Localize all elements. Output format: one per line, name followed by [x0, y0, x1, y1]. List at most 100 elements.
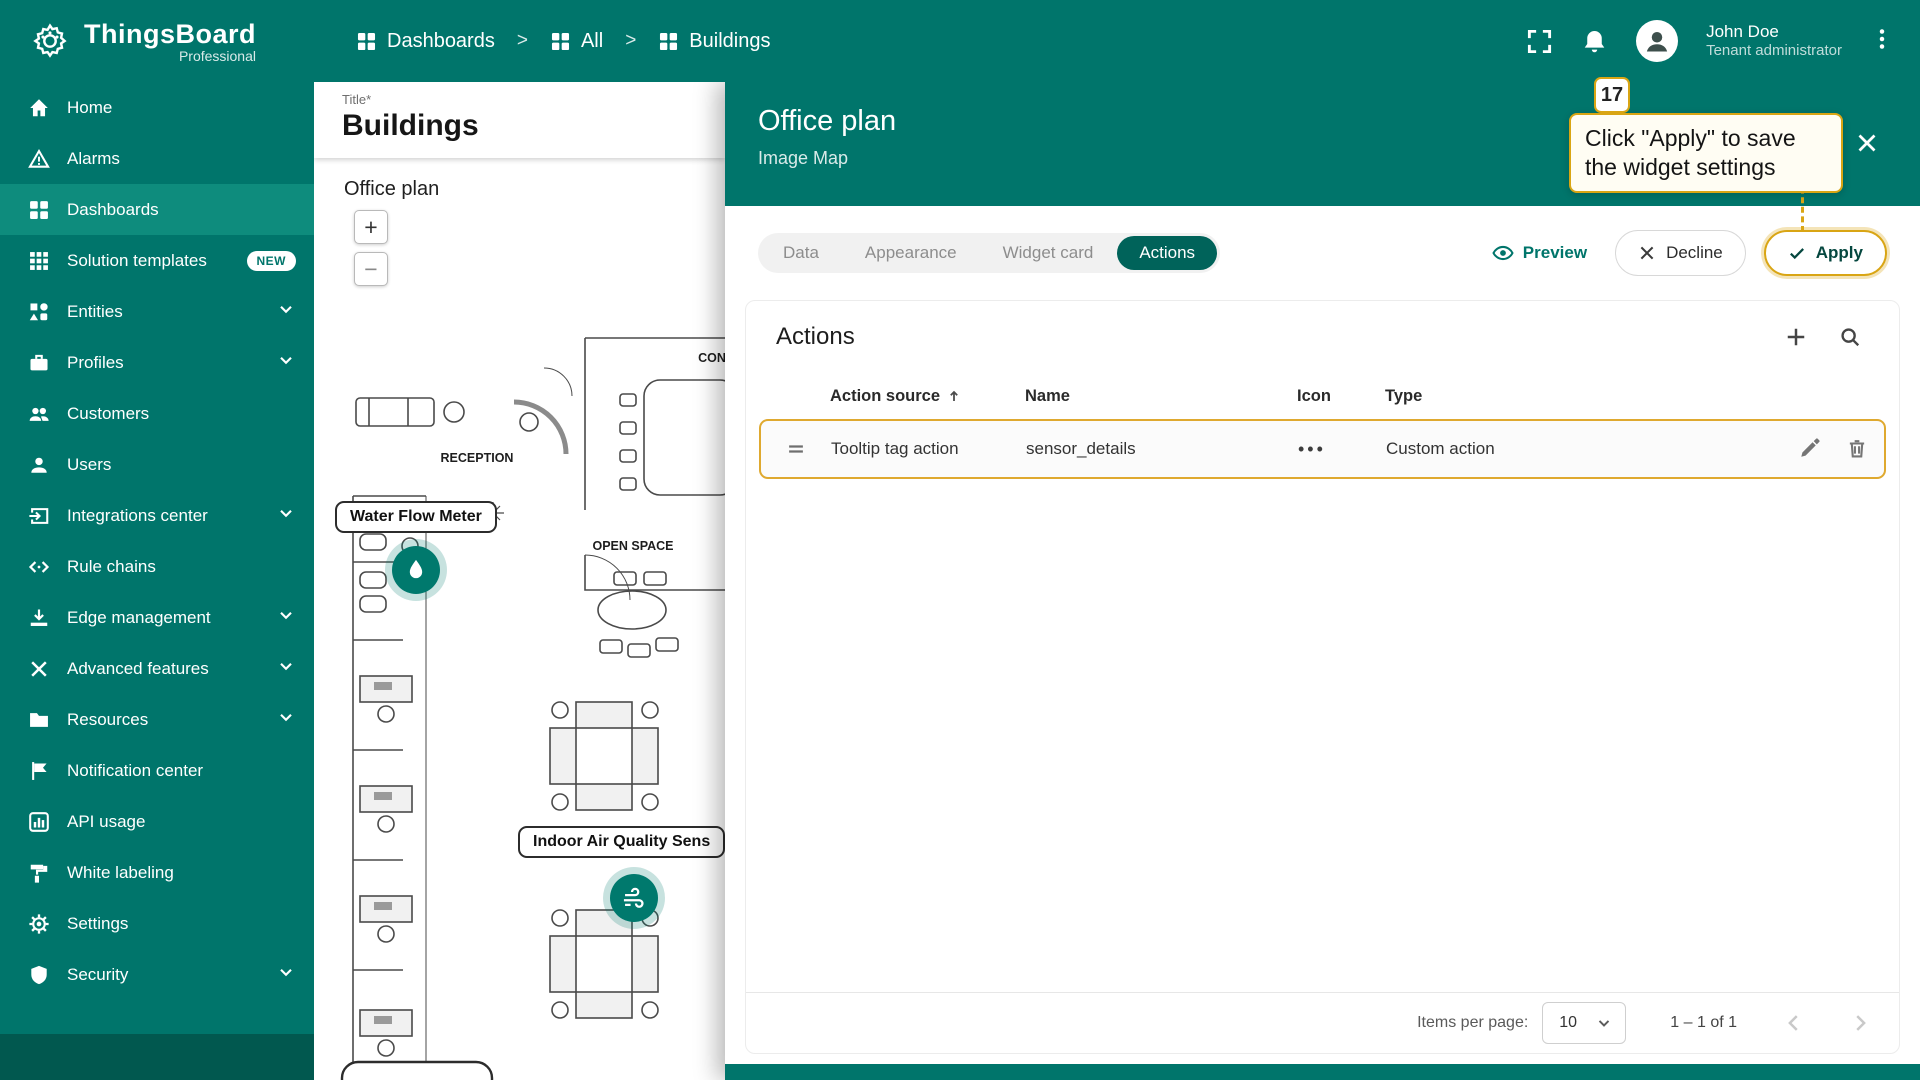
- sidebar-item-integrations-center[interactable]: Integrations center: [0, 490, 314, 541]
- air-icon: [621, 885, 647, 911]
- column-icon: Icon: [1297, 387, 1385, 406]
- user-avatar[interactable]: [1636, 20, 1678, 62]
- widget-settings-panel: Office plan Image Map Data Appearance Wi…: [725, 82, 1920, 1080]
- flag-icon: [27, 759, 50, 782]
- edge-icon: [27, 606, 50, 629]
- dashboards-icon: [658, 31, 679, 52]
- breadcrumb-all[interactable]: All: [550, 30, 603, 53]
- shield-icon: [27, 963, 50, 986]
- warning-icon: [27, 147, 50, 170]
- chart-icon: [27, 810, 50, 833]
- indoor-air-quality-sensor-marker[interactable]: [610, 874, 658, 922]
- apply-button[interactable]: Apply: [1764, 230, 1887, 276]
- bottom-strip: [725, 1064, 1920, 1080]
- sidebar-item-alarms[interactable]: Alarms: [0, 133, 314, 184]
- home-icon: [27, 96, 50, 119]
- sidebar-item-users[interactable]: Users: [0, 439, 314, 490]
- user-name: John Doe: [1706, 21, 1842, 42]
- table-row[interactable]: Tooltip tag action sensor_details ••• Cu…: [759, 419, 1886, 479]
- sidebar-item-dashboards[interactable]: Dashboards: [0, 184, 314, 235]
- chevron-down-icon: [276, 350, 296, 375]
- water-flow-meter-marker[interactable]: [392, 546, 440, 594]
- notifications-bell-icon[interactable]: [1581, 28, 1608, 55]
- chevron-down-icon: [276, 707, 296, 732]
- column-name: Name: [1025, 387, 1297, 406]
- sidebar: ThingsBoard Professional Home Alarms Das…: [0, 0, 314, 1080]
- coachmark-tooltip: Click "Apply" to save the widget setting…: [1569, 113, 1843, 193]
- sidebar-item-customers[interactable]: Customers: [0, 388, 314, 439]
- paginator: Items per page: 10 1 – 1 of 1: [746, 993, 1899, 1053]
- delete-trash-icon[interactable]: [1846, 438, 1868, 460]
- close-button[interactable]: [1850, 126, 1884, 160]
- add-action-button[interactable]: [1777, 318, 1815, 356]
- thingsboard-gear-logo-icon: [28, 19, 72, 63]
- breadcrumb-separator: >: [509, 30, 536, 52]
- actions-heading: Actions: [776, 323, 855, 351]
- sidebar-item-rule-chains[interactable]: Rule chains: [0, 541, 314, 592]
- sidebar-item-security[interactable]: Security: [0, 949, 314, 1000]
- entities-icon: [27, 300, 50, 323]
- column-type: Type: [1385, 387, 1765, 406]
- breadcrumb-buildings[interactable]: Buildings: [658, 30, 770, 53]
- sidebar-item-profiles[interactable]: Profiles: [0, 337, 314, 388]
- drag-handle[interactable]: [761, 438, 831, 460]
- page-range: 1 – 1 of 1: [1670, 1014, 1737, 1032]
- office-plan-map: RECEPTION OPEN SPACE CON: [314, 310, 725, 1080]
- check-icon: [1788, 244, 1806, 262]
- widget-settings-title: Office plan: [758, 105, 896, 138]
- row-actions: [1764, 438, 1884, 460]
- sidebar-item-notification-center[interactable]: Notification center: [0, 745, 314, 796]
- actions-card: Actions Action source Name Icon Type: [745, 300, 1900, 1054]
- tab-actions[interactable]: Actions: [1117, 236, 1217, 270]
- gear-icon: [27, 912, 50, 935]
- actions-rows: Tooltip tag action sensor_details ••• Cu…: [746, 419, 1899, 479]
- items-per-page-select[interactable]: 10: [1542, 1002, 1626, 1044]
- sidebar-item-advanced-features[interactable]: Advanced features: [0, 643, 314, 694]
- breadcrumb-dashboards[interactable]: Dashboards: [356, 30, 495, 53]
- conference-area-label: CON: [698, 351, 725, 365]
- tab-data[interactable]: Data: [761, 236, 841, 270]
- sidebar-item-api-usage[interactable]: API usage: [0, 796, 314, 847]
- search-button[interactable]: [1831, 318, 1869, 356]
- topbar: Dashboards > All > Buildings John Doe Te…: [314, 0, 1920, 82]
- tab-widget-card[interactable]: Widget card: [981, 236, 1116, 270]
- sidebar-item-solution-templates[interactable]: Solution templates NEW: [0, 235, 314, 286]
- person-icon: [27, 453, 50, 476]
- water-flow-meter-label[interactable]: Water Flow Meter: [335, 501, 497, 533]
- previous-page-icon[interactable]: [1783, 1012, 1805, 1034]
- search-icon: [1839, 326, 1861, 348]
- user-info: John Doe Tenant administrator: [1706, 21, 1842, 61]
- drag-handle-icon: [785, 438, 807, 460]
- decline-button[interactable]: Decline: [1615, 230, 1746, 276]
- fullscreen-icon[interactable]: [1526, 28, 1553, 55]
- widget-title: Office plan: [344, 178, 439, 201]
- sidebar-item-resources[interactable]: Resources: [0, 694, 314, 745]
- sidebar-item-settings[interactable]: Settings: [0, 898, 314, 949]
- next-page-icon[interactable]: [1849, 1012, 1871, 1034]
- zoom-in-button[interactable]: +: [354, 210, 388, 244]
- sidebar-item-edge-management[interactable]: Edge management: [0, 592, 314, 643]
- dashboards-icon: [550, 31, 571, 52]
- indoor-air-quality-sensor-label[interactable]: Indoor Air Quality Sens: [518, 826, 725, 858]
- column-action-source[interactable]: Action source: [830, 387, 1025, 406]
- kebab-menu-icon[interactable]: [1870, 27, 1894, 56]
- sidebar-item-home[interactable]: Home: [0, 82, 314, 133]
- chevron-down-icon: [276, 962, 296, 987]
- app-logo[interactable]: ThingsBoard Professional: [0, 0, 314, 82]
- zoom-out-button[interactable]: −: [354, 252, 388, 286]
- close-icon: [1638, 244, 1656, 262]
- tab-appearance[interactable]: Appearance: [843, 236, 979, 270]
- title-field-label: Title*: [342, 92, 725, 107]
- sidebar-nav: Home Alarms Dashboards Solution template…: [0, 82, 314, 1000]
- dashboards-icon: [27, 198, 50, 221]
- dashboard-title-field[interactable]: Title* Buildings: [314, 82, 725, 158]
- sidebar-item-white-labeling[interactable]: White labeling: [0, 847, 314, 898]
- coachmark-step-badge: 17: [1594, 77, 1630, 113]
- tools-icon: [27, 657, 50, 680]
- sidebar-item-entities[interactable]: Entities: [0, 286, 314, 337]
- edit-pencil-icon[interactable]: [1798, 438, 1820, 460]
- preview-button[interactable]: Preview: [1492, 242, 1587, 264]
- app-name: ThingsBoard: [84, 19, 256, 50]
- widget-type-subtitle: Image Map: [758, 148, 848, 169]
- cell-action-source: Tooltip tag action: [831, 439, 1026, 459]
